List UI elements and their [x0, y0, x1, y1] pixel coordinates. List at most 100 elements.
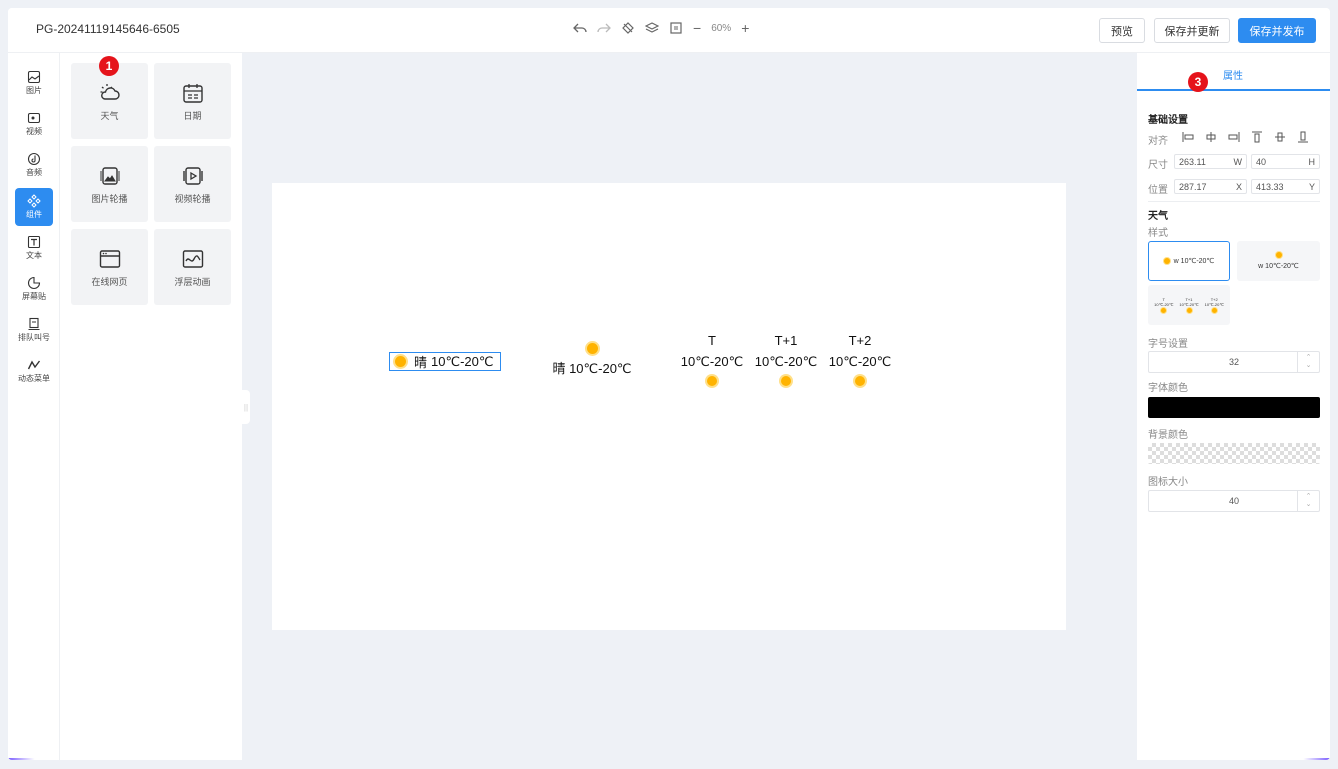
style-option-forecast[interactable]: T 10℃-20℃ T+1 10℃-20℃ T+2 10℃-20℃	[1148, 285, 1230, 325]
align-center-v-icon[interactable]	[1274, 131, 1286, 143]
toolbar: − 60% +	[573, 21, 749, 35]
sidebar-item-text[interactable]: 文本	[15, 230, 53, 266]
redo-icon[interactable]	[597, 21, 611, 35]
sidebar-item-label: 屏幕贴	[22, 292, 46, 301]
app-window: PG-20241119145646-6505 − 60% + 预览 保存并更新 …	[8, 8, 1330, 760]
bg-color-label: 背景颜色	[1148, 430, 1188, 441]
font-size-stepper[interactable]: ⌃ ⌄	[1297, 352, 1319, 372]
width-field[interactable]: 263.11 W	[1174, 154, 1247, 169]
icon-size-input[interactable]: 40 ⌃ ⌄	[1148, 490, 1320, 512]
y-field[interactable]: 413.33 Y	[1251, 179, 1320, 194]
width-unit: W	[1233, 156, 1243, 167]
weather-icon	[100, 83, 120, 100]
sun-icon	[395, 356, 406, 367]
align-center-h-icon[interactable]	[1205, 131, 1217, 143]
properties-panel: 属性 3 基础设置 对齐 尺寸 263.11 W 40 H 位置 287.17 …	[1137, 53, 1330, 760]
font-color-swatch[interactable]	[1148, 397, 1320, 418]
sidebar-item-label: 动态菜单	[18, 374, 50, 383]
widget-label: 天气	[100, 110, 119, 121]
undo-icon[interactable]	[573, 21, 587, 35]
save-publish-button[interactable]: 保存并发布	[1238, 18, 1316, 43]
font-size-value: 32	[1228, 357, 1239, 367]
canvas-stage[interactable]: 晴 10℃-20℃ 晴 10℃-20℃ T 10℃-20℃ T+1 10℃-20…	[272, 183, 1066, 630]
align-right-icon[interactable]	[1228, 131, 1240, 143]
save-update-button[interactable]: 保存并更新	[1154, 18, 1230, 43]
annotation-badge-1: 1	[99, 56, 119, 76]
font-size-input[interactable]: 32 ⌃ ⌄	[1148, 351, 1320, 373]
top-bar: PG-20241119145646-6505 − 60% + 预览 保存并更新 …	[8, 8, 1330, 53]
sidebar-item-image[interactable]: 图片	[15, 65, 53, 101]
widget-animation[interactable]: 浮层动画	[154, 229, 231, 305]
weather-widget-inline[interactable]: 晴 10℃-20℃	[389, 352, 501, 371]
sidebar-item-audio[interactable]: 音频	[15, 147, 53, 183]
icon-size-stepper[interactable]: ⌃ ⌄	[1297, 491, 1319, 511]
sidebar-item-label: 音频	[26, 168, 42, 177]
widget-label: 在线网页	[91, 276, 128, 287]
widget-image-carousel[interactable]: 图片轮播	[71, 146, 148, 222]
position-label: 位置	[1148, 185, 1168, 196]
icon-size-value: 40	[1228, 496, 1239, 506]
widget-webpage[interactable]: 在线网页	[71, 229, 148, 305]
zoom-in-button[interactable]: +	[741, 21, 749, 35]
sun-icon	[1211, 307, 1217, 313]
align-top-icon[interactable]	[1251, 131, 1263, 143]
y-unit: Y	[1308, 181, 1315, 192]
section-weather: 天气	[1148, 211, 1168, 222]
forecast-day: T+1 10℃-20℃	[754, 333, 818, 387]
style-option-inline[interactable]: w 10℃-20℃	[1148, 241, 1230, 281]
sidebar-item-video[interactable]: 视频	[15, 106, 53, 142]
animation-icon	[182, 249, 203, 268]
preview-button[interactable]: 预览	[1099, 18, 1145, 43]
weather-widget-forecast[interactable]: T 10℃-20℃ T+1 10℃-20℃ T+2 10℃-20℃	[680, 333, 892, 387]
section-basic-settings: 基础设置	[1148, 115, 1188, 126]
fit-screen-icon[interactable]	[669, 21, 683, 35]
webpage-icon	[99, 249, 120, 268]
style-label: 样式	[1148, 228, 1168, 239]
forecast-day-label: T	[708, 333, 716, 348]
sidebar-item-label: 视频	[26, 127, 42, 136]
sidebar-item-queue[interactable]: 排队叫号	[15, 312, 53, 348]
zoom-out-button[interactable]: −	[693, 21, 701, 35]
x-value: 287.17	[1179, 181, 1207, 192]
annotation-badge-3: 3	[1188, 72, 1208, 92]
forecast-temp: 10℃-20℃	[754, 354, 818, 369]
width-value: 263.11	[1179, 156, 1206, 167]
style-preview-text: w 10℃-20℃	[1173, 258, 1215, 265]
menu-icon	[27, 360, 41, 370]
layers-icon[interactable]	[645, 21, 659, 35]
height-field[interactable]: 40 H	[1251, 154, 1320, 169]
weather-widget-stacked[interactable]: 晴 10℃-20℃	[552, 343, 632, 377]
icon-size-label: 图标大小	[1148, 477, 1188, 488]
x-field[interactable]: 287.17 X	[1174, 179, 1247, 194]
bg-color-swatch[interactable]	[1148, 443, 1320, 464]
widget-label: 图片轮播	[91, 193, 128, 204]
style-forecast-day: T+2 10℃-20℃	[1205, 297, 1224, 313]
sidebar-item-sticker[interactable]: 屏幕贴	[15, 271, 53, 307]
text-icon	[27, 235, 41, 249]
image-icon	[27, 70, 41, 84]
y-value: 413.33	[1256, 181, 1284, 192]
bottom-accent	[8, 758, 1330, 760]
video-icon	[27, 112, 41, 124]
panel-collapse-handle[interactable]: ||	[242, 390, 250, 424]
sidebar: 图片 视频 音频 组件 文本 屏幕贴 排队叫号 动态菜单	[8, 53, 60, 760]
widget-video-carousel[interactable]: 视频轮播	[154, 146, 231, 222]
widget-date[interactable]: 日期	[154, 63, 231, 139]
sun-icon	[781, 375, 791, 386]
tab-properties[interactable]: 属性	[1137, 53, 1330, 91]
sidebar-item-label: 文本	[26, 251, 42, 260]
align-left-icon[interactable]	[1182, 131, 1194, 143]
align-bottom-icon[interactable]	[1297, 131, 1309, 143]
style-day-temp: 10℃-20℃	[1154, 302, 1174, 308]
queue-icon	[28, 317, 40, 331]
component-icon	[27, 194, 41, 208]
style-option-stacked[interactable]: w 10℃-20℃	[1237, 241, 1320, 281]
sun-icon	[1275, 252, 1282, 258]
sidebar-item-dynamic-menu[interactable]: 动态菜单	[15, 353, 53, 389]
sidebar-item-component[interactable]: 组件	[15, 188, 53, 226]
zoom-level: 60%	[711, 22, 732, 34]
size-label: 尺寸	[1148, 160, 1168, 171]
widget-label: 视频轮播	[174, 193, 211, 204]
widget-label: 日期	[183, 110, 202, 121]
clear-icon[interactable]	[621, 21, 635, 35]
